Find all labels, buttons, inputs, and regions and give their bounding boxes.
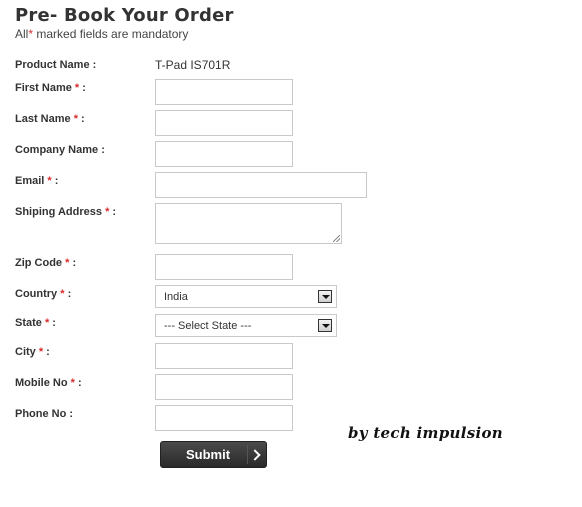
state-select[interactable]: --- Select State --- — [155, 314, 337, 337]
company-name-input[interactable] — [155, 141, 293, 167]
dropdown-arrow-icon[interactable] — [318, 290, 332, 303]
state-label: State * : — [15, 317, 56, 329]
label-colon: : — [74, 377, 82, 389]
resize-grip-icon[interactable] — [333, 235, 340, 242]
phone-no-input[interactable] — [155, 405, 293, 431]
city-input[interactable] — [155, 343, 293, 369]
dropdown-arrow-icon[interactable] — [318, 319, 332, 332]
mobile-no-input[interactable] — [155, 374, 293, 400]
label-colon: : — [79, 82, 86, 94]
label-colon: : — [77, 113, 85, 125]
zip-code-input[interactable] — [155, 254, 293, 280]
country-label-text: Country — [15, 288, 58, 300]
mobile-no-label-text: Mobile No — [15, 377, 68, 389]
label-colon: : — [109, 206, 117, 218]
product-name-label: Product Name : — [15, 59, 97, 71]
city-label: City * : — [15, 346, 50, 358]
email-input[interactable] — [155, 172, 367, 198]
first-name-label-text: First Name — [15, 82, 72, 94]
mandatory-note: All* marked fields are mandatory — [15, 27, 188, 41]
submit-button[interactable]: Submit — [160, 441, 267, 468]
state-label-text: State — [15, 317, 42, 329]
country-select[interactable]: India — [155, 285, 337, 308]
shipping-address-label-text: Shiping Address — [15, 206, 102, 218]
state-selected-value: --- Select State --- — [164, 320, 252, 332]
company-name-label: Company Name : — [15, 144, 105, 156]
last-name-label: Last Name * : — [15, 113, 85, 125]
city-label-text: City — [15, 346, 36, 358]
label-colon: : — [64, 288, 72, 300]
mandatory-note-suffix: marked fields are mandatory — [33, 27, 189, 41]
email-label-text: Email — [15, 175, 45, 187]
chevron-right-icon — [249, 449, 261, 461]
last-name-label-text: Last Name — [15, 113, 71, 125]
first-name-input[interactable] — [155, 79, 293, 105]
shipping-address-wrapper — [155, 203, 342, 244]
email-label: Email * : — [15, 175, 58, 187]
last-name-input[interactable] — [155, 110, 293, 136]
label-colon: : — [69, 257, 77, 269]
page-title: Pre- Book Your Order — [15, 5, 234, 26]
first-name-label: First Name * : — [15, 82, 86, 94]
shipping-address-textarea[interactable] — [155, 203, 342, 244]
country-label: Country * : — [15, 288, 71, 300]
product-name-value: T-Pad IS701R — [155, 58, 231, 72]
mobile-no-label: Mobile No * : — [15, 377, 82, 389]
mandatory-note-prefix: All — [15, 27, 29, 41]
submit-button-label: Submit — [186, 447, 231, 462]
zip-code-label-text: Zip Code — [15, 257, 63, 269]
country-selected-value: India — [164, 291, 188, 303]
credit-text: by tech impulsion — [348, 424, 503, 442]
zip-code-label: Zip Code * : — [15, 257, 76, 269]
label-colon: : — [51, 175, 59, 187]
phone-no-label: Phone No : — [15, 408, 74, 420]
label-colon: : — [43, 346, 50, 358]
label-colon: : — [49, 317, 56, 329]
shipping-address-label: Shiping Address * : — [15, 206, 116, 218]
